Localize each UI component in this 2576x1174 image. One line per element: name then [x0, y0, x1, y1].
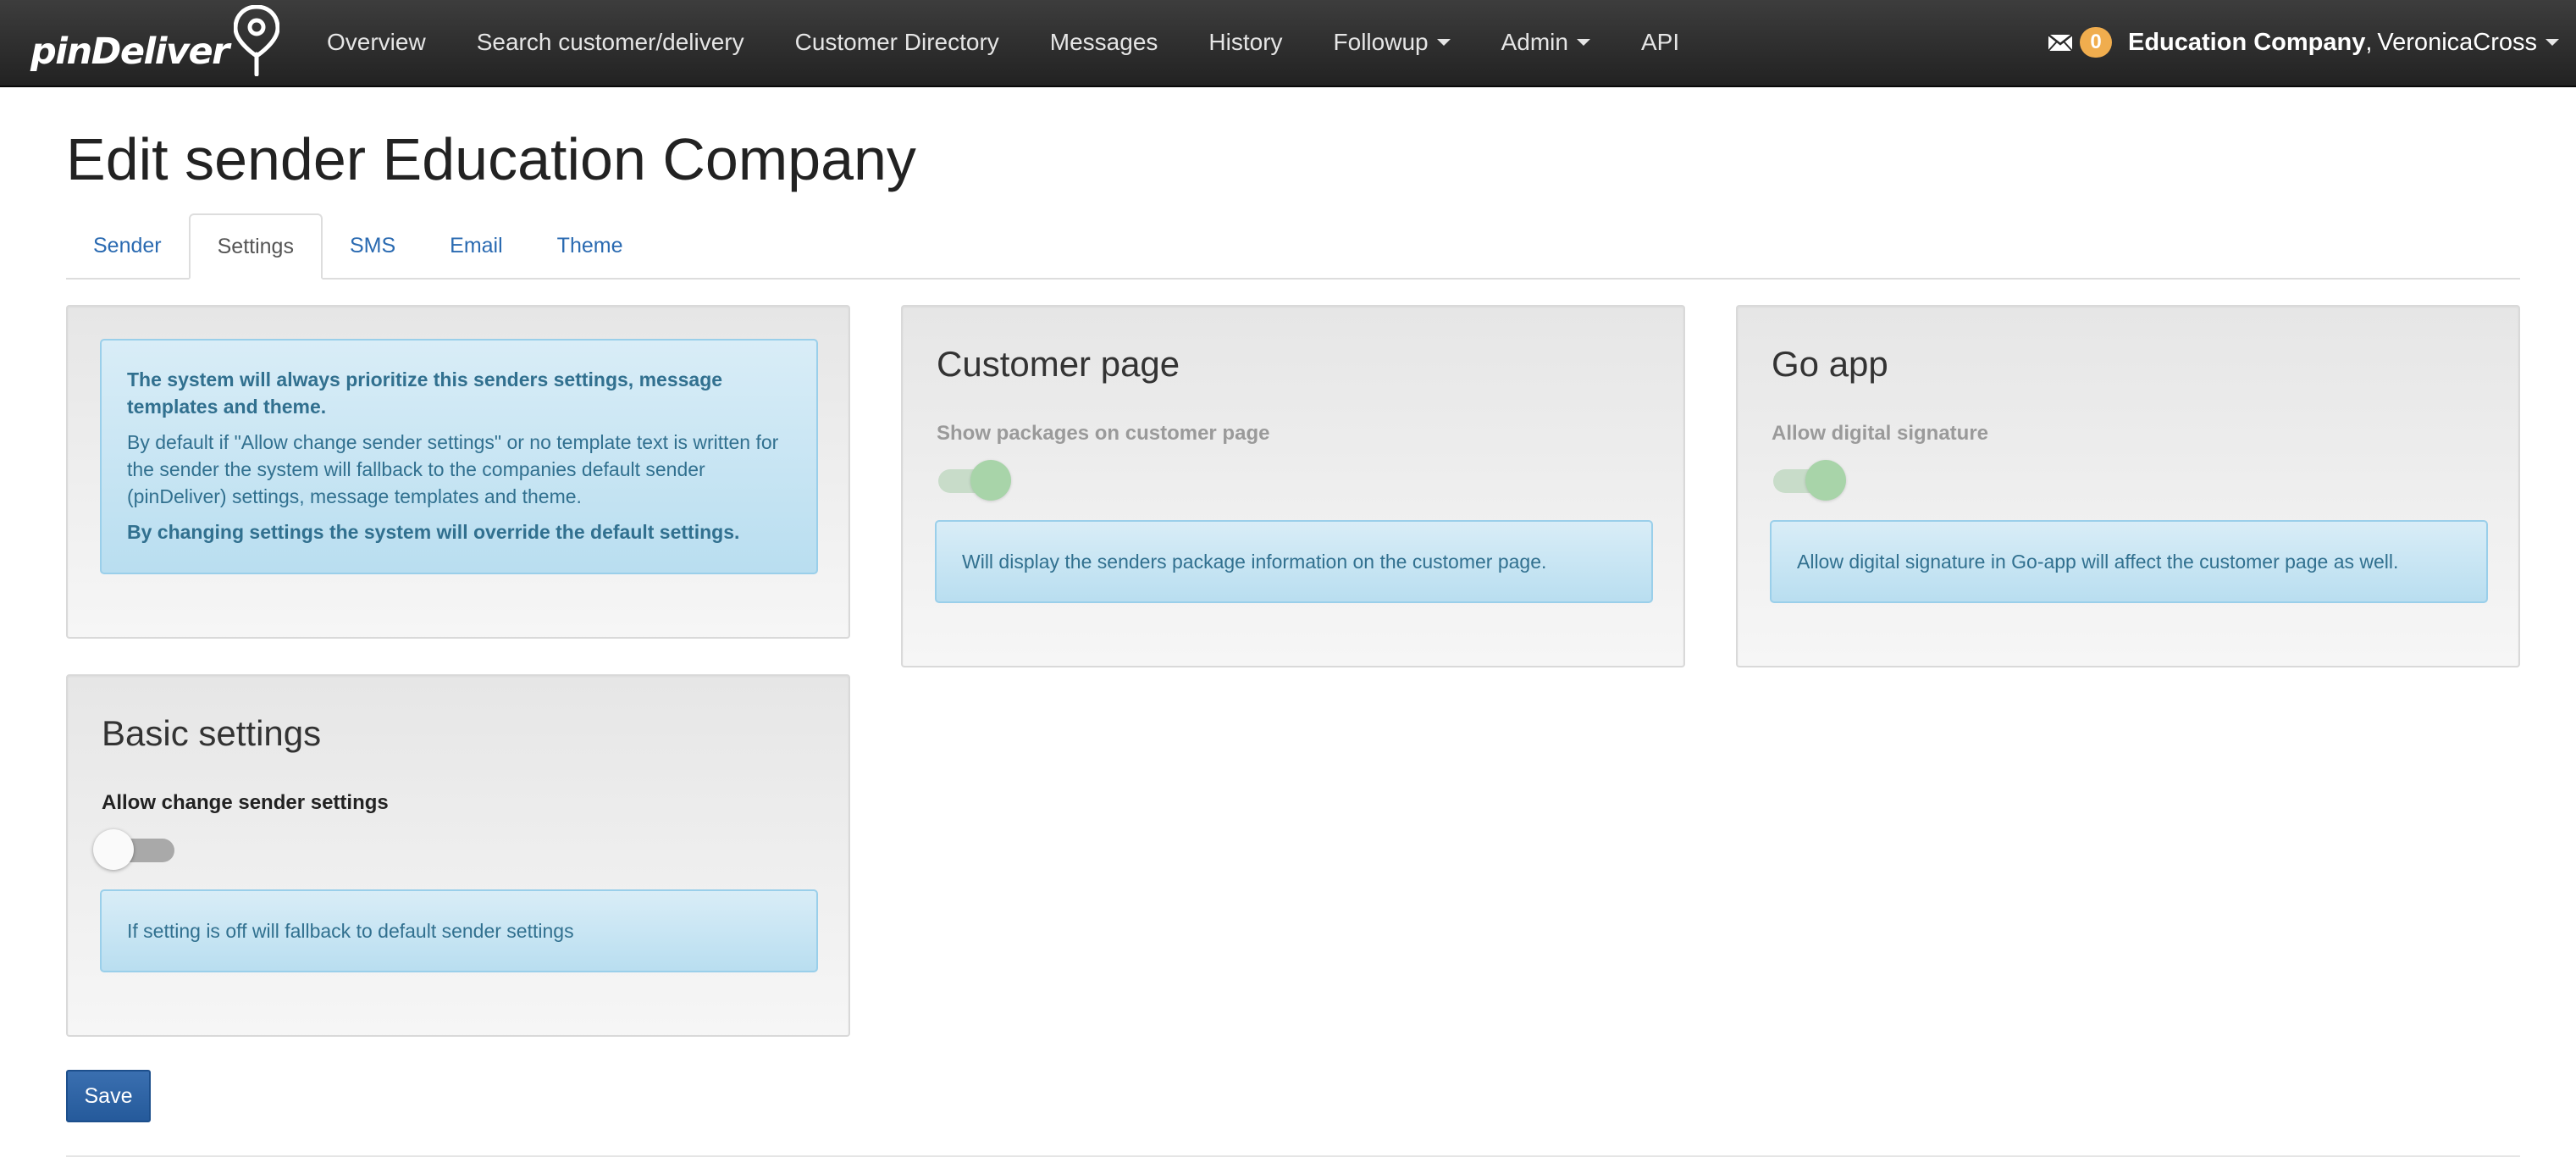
toggle-knob: [1805, 460, 1846, 501]
nav-overview-label: Overview: [327, 29, 426, 55]
user-company: Education Company: [2127, 28, 2366, 56]
digital-signature-label: Allow digital signature: [1772, 422, 1989, 445]
toggle-knob: [93, 829, 134, 870]
nav-messages-label: Messages: [1049, 29, 1158, 55]
nav-api[interactable]: API: [1616, 0, 1705, 85]
tab-sender[interactable]: Sender: [66, 213, 189, 278]
nav-overview[interactable]: Overview: [301, 0, 451, 85]
info-line-override: By changing settings the system will ove…: [127, 521, 740, 543]
info-line-fallback: By default if "Allow change sender setti…: [127, 431, 779, 507]
nav-admin-dropdown[interactable]: Admin: [1476, 0, 1616, 85]
customer-page-panel: Customer page Show packages on customer …: [901, 305, 1685, 667]
allow-change-sender-toggle[interactable]: [93, 827, 178, 870]
brand-logo[interactable]: pinDeliver: [30, 5, 285, 83]
go-app-info-text: Allow digital signature in Go-app will a…: [1797, 551, 2399, 573]
edit-sender-tabs: Sender Settings SMS Email Theme: [66, 213, 2520, 280]
customer-page-info-alert: Will display the senders package informa…: [935, 520, 1653, 603]
show-packages-toggle[interactable]: [937, 457, 1013, 501]
digital-signature-toggle[interactable]: [1772, 457, 1848, 501]
priority-info-alert: The system will always prioritize this s…: [100, 339, 818, 574]
show-packages-label: Show packages on customer page: [937, 422, 1270, 445]
nav-search-customer-delivery[interactable]: Search customer/delivery: [451, 0, 770, 85]
messages-indicator[interactable]: 0: [2048, 24, 2112, 61]
brand-name: pinDeliver: [30, 30, 229, 73]
page-title: Edit sender Education Company: [66, 126, 916, 192]
info-panel: The system will always prioritize this s…: [66, 305, 850, 639]
basic-settings-info-alert: If setting is off will fallback to defau…: [100, 889, 818, 972]
toggle-knob: [970, 460, 1011, 501]
user-name: VeronicaCross: [2377, 28, 2537, 56]
tab-sms[interactable]: SMS: [323, 213, 423, 278]
nav-followup-label: Followup: [1333, 29, 1429, 55]
tab-email[interactable]: Email: [423, 213, 530, 278]
messages-count-badge: 0: [2080, 27, 2112, 58]
go-app-title: Go app: [1772, 344, 1888, 384]
nav-search-label: Search customer/delivery: [476, 29, 744, 55]
nav-followup-dropdown[interactable]: Followup: [1308, 0, 1476, 85]
main-nav-menu: Overview Search customer/delivery Custom…: [301, 0, 1705, 85]
go-app-info-alert: Allow digital signature in Go-app will a…: [1770, 520, 2488, 603]
customer-page-title: Customer page: [937, 344, 1180, 384]
caret-down-icon: [1436, 39, 1451, 46]
save-button[interactable]: Save: [66, 1070, 151, 1122]
allow-change-sender-label: Allow change sender settings: [102, 791, 389, 814]
user-separator: ,: [2365, 28, 2373, 56]
customer-page-info-text: Will display the senders package informa…: [962, 551, 1547, 573]
nav-admin-label: Admin: [1501, 29, 1568, 55]
envelope-icon: [2048, 34, 2073, 52]
nav-customer-directory-label: Customer Directory: [794, 29, 999, 55]
basic-settings-title: Basic settings: [102, 713, 322, 753]
basic-settings-panel: Basic settings Allow change sender setti…: [66, 674, 850, 1037]
nav-messages[interactable]: Messages: [1025, 0, 1184, 85]
basic-settings-info-text: If setting is off will fallback to defau…: [127, 920, 574, 942]
nav-history-label: History: [1208, 29, 1283, 55]
tab-theme[interactable]: Theme: [530, 213, 650, 278]
tab-settings[interactable]: Settings: [188, 213, 323, 280]
top-navbar: pinDeliver Overview Search customer/deli…: [0, 0, 2576, 87]
go-app-panel: Go app Allow digital signature Allow dig…: [1736, 305, 2520, 667]
nav-customer-directory[interactable]: Customer Directory: [770, 0, 1025, 85]
caret-down-icon: [1576, 39, 1590, 46]
user-menu-dropdown[interactable]: Education Company, VeronicaCross: [2128, 0, 2559, 85]
caret-down-icon: [2546, 39, 2559, 46]
nav-history[interactable]: History: [1183, 0, 1307, 85]
bottom-divider: [66, 1155, 2520, 1157]
nav-api-label: API: [1640, 29, 1680, 55]
location-pin-icon: [234, 5, 279, 76]
info-line-priority: The system will always prioritize this s…: [127, 368, 723, 418]
